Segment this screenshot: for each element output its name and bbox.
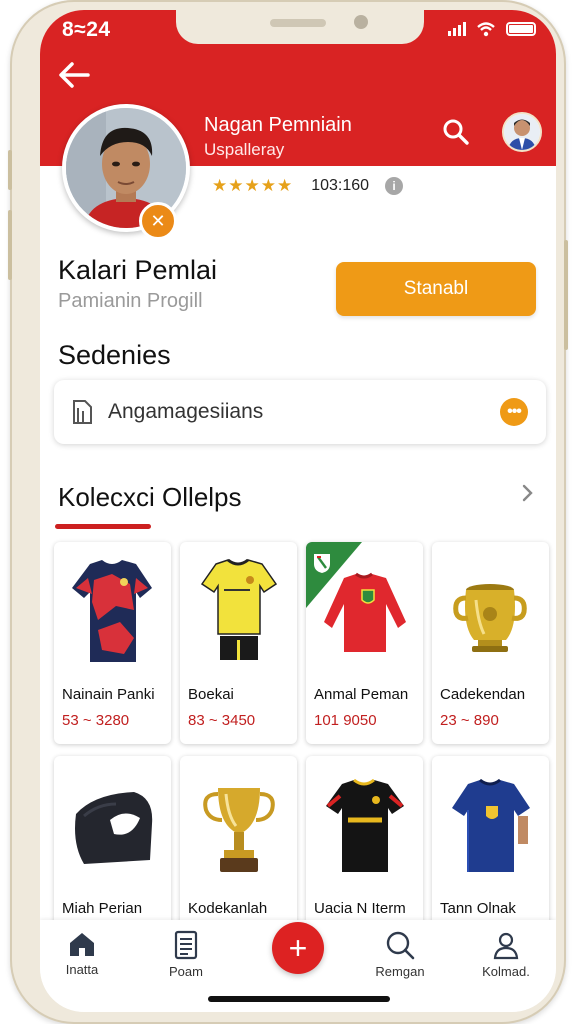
profile-icon xyxy=(493,932,519,960)
search-icon xyxy=(443,119,469,145)
item-name: Cadekendan xyxy=(440,686,526,703)
tab-label: Poam xyxy=(169,964,203,979)
collection-item[interactable]: Cadekendan 23 ~ 890 xyxy=(432,542,549,744)
battery-icon xyxy=(506,22,536,36)
black-garment-icon xyxy=(75,792,153,864)
profile-name: Kalari Pemlai xyxy=(58,255,218,285)
document-icon xyxy=(73,400,92,424)
power-button xyxy=(564,240,568,350)
item-name: Kodekanlah xyxy=(188,900,268,917)
close-icon: ✕ xyxy=(150,210,166,231)
status-icons xyxy=(448,21,536,37)
status-time: 8≈24 xyxy=(62,18,111,41)
tab-label: Inatta xyxy=(65,962,99,977)
jersey-red-camo-icon xyxy=(72,560,152,662)
jersey-red-longsleeve-icon xyxy=(324,572,406,652)
plus-icon: + xyxy=(288,929,308,966)
add-button[interactable]: + xyxy=(272,922,324,974)
settings-title: Sedenies xyxy=(58,340,171,370)
trophy-icon xyxy=(203,788,275,872)
collection-title: Kolecxci Ollelps xyxy=(58,482,242,512)
item-price: 23 ~ 890 xyxy=(440,712,499,729)
tab-home[interactable]: Inatta xyxy=(42,930,122,977)
item-price: 53 ~ 3280 xyxy=(62,712,130,729)
item-name: Nainain Panki xyxy=(62,686,155,703)
profile-subtitle: Pamianin Progill xyxy=(58,290,203,312)
collection-grid: Nainain Panki 53 ~ 3280 Boekai 83 ~ 3450 xyxy=(54,542,549,958)
user-avatar-icon xyxy=(504,114,540,150)
collection-title-underline xyxy=(55,524,151,529)
wifi-icon xyxy=(477,22,495,37)
item-price: 83 ~ 3450 xyxy=(188,712,256,729)
item-name: Uacia N Iterm xyxy=(314,900,406,917)
volume-button xyxy=(8,150,12,190)
home-icon xyxy=(70,933,94,956)
collection-item[interactable]: Anmal Peman 101 9050 xyxy=(306,542,423,744)
jersey-yellow-icon xyxy=(200,558,278,660)
tab-search[interactable]: Remgan xyxy=(360,930,440,979)
signal-icon xyxy=(448,22,466,36)
info-icon-glyph: i xyxy=(392,179,396,193)
rating-row: ★★★★★ 103:160 i xyxy=(212,176,404,196)
primary-action-button[interactable]: Stanabl xyxy=(336,262,536,316)
search-button[interactable] xyxy=(442,118,472,148)
tab-label: Remgan xyxy=(375,964,425,979)
jersey-black-icon xyxy=(326,778,404,872)
document-icon xyxy=(174,930,198,960)
rating-count: 103:160 xyxy=(311,177,370,194)
item-name: Miah Perian xyxy=(62,900,143,917)
home-indicator[interactable] xyxy=(208,996,390,1002)
collection-see-all-button[interactable] xyxy=(520,482,540,506)
camera-notch xyxy=(176,10,424,44)
tab-profile[interactable]: Kolmad. xyxy=(466,930,546,979)
settings-select[interactable]: Angamagesiians ••• xyxy=(54,380,546,444)
back-button[interactable] xyxy=(56,60,96,94)
info-icon[interactable]: i xyxy=(385,177,404,195)
volume-button xyxy=(8,210,12,280)
chevron-right-icon xyxy=(522,484,533,502)
collection-item[interactable]: Boekai 83 ~ 3450 xyxy=(180,542,297,744)
item-name: Tann Olnak xyxy=(440,900,516,917)
collection-item[interactable]: Nainain Panki 53 ~ 3280 xyxy=(54,542,171,744)
header-subtitle: Uspalleray xyxy=(204,140,285,159)
more-options-button[interactable]: ••• xyxy=(500,398,528,426)
status-bar: 8≈24 xyxy=(40,10,556,54)
tab-document[interactable]: Poam xyxy=(146,930,226,979)
item-name: Anmal Peman xyxy=(314,686,409,703)
avatar-edit-badge[interactable]: ✕ xyxy=(139,202,177,240)
tab-label: Kolmad. xyxy=(482,964,530,979)
front-camera xyxy=(354,15,368,29)
item-name: Boekai xyxy=(188,686,234,703)
speaker-grille xyxy=(270,19,326,27)
arrow-left-icon xyxy=(59,62,90,88)
app-screen: 8≈24 Nagan Pemniain Uspalleray ✕ ★★★★★ 1… xyxy=(40,10,556,1012)
jersey-blue-icon xyxy=(452,778,530,872)
settings-select-value: Angamagesiians xyxy=(108,400,264,423)
header-title: Nagan Pemniain xyxy=(204,114,352,136)
rating-stars: ★★★★★ xyxy=(212,176,294,195)
user-avatar-button[interactable] xyxy=(502,112,542,152)
more-icon: ••• xyxy=(507,403,522,420)
item-price: 101 9050 xyxy=(314,712,377,729)
golden-pot-icon xyxy=(453,584,527,652)
search-icon xyxy=(386,931,415,960)
